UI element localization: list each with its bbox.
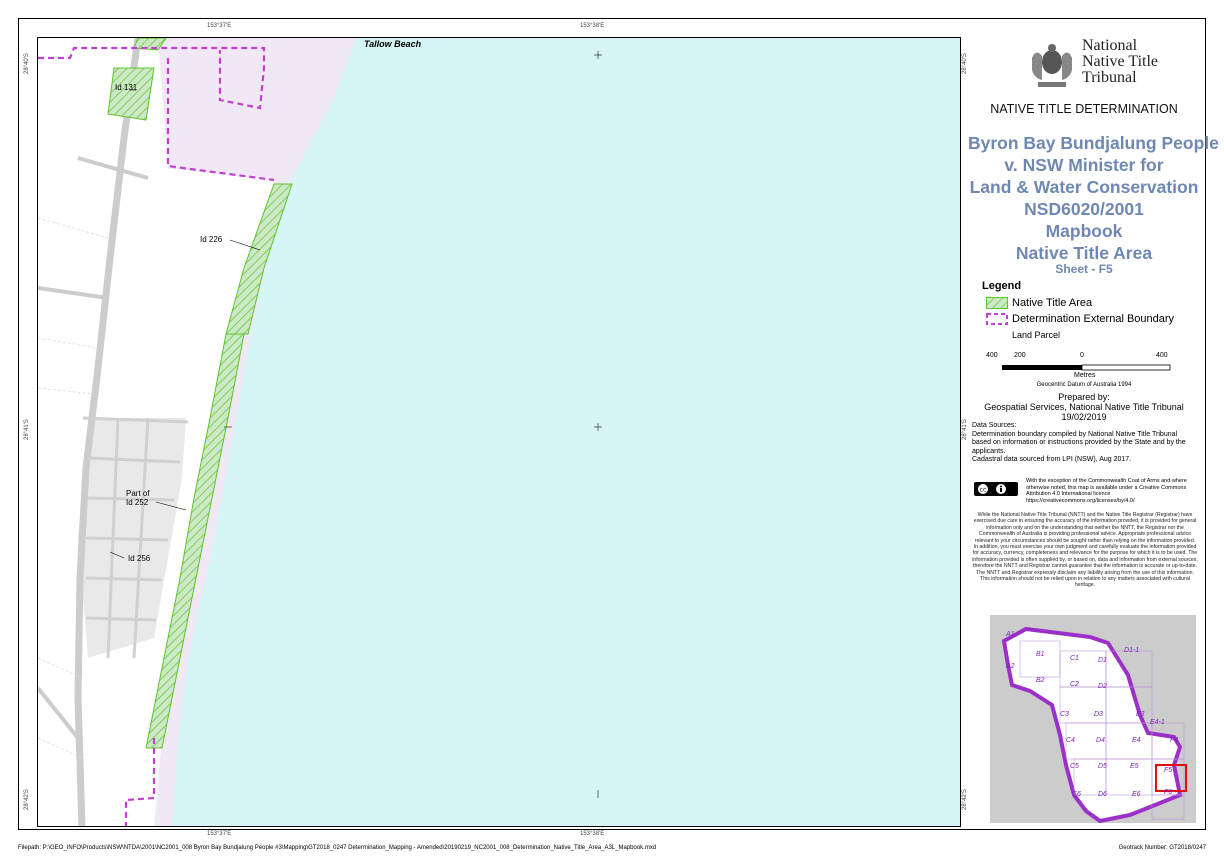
keymap-d4: D4 bbox=[1096, 737, 1105, 744]
keymap-c4: C4 bbox=[1066, 737, 1075, 744]
main-map[interactable]: Tallow Beach Id 131 Id 226 Part of Id 25… bbox=[37, 37, 961, 827]
legend-native-title-area: Native Title Area bbox=[986, 296, 1092, 310]
data-sources: Data Sources: Determination boundary com… bbox=[972, 422, 1186, 463]
datum-note: Geocentric Datum of Australia 1994 bbox=[1036, 382, 1132, 388]
scale-bar-graphic bbox=[1002, 364, 1171, 371]
title-panel: National Native Title Tribunal NATIVE TI… bbox=[968, 30, 1219, 826]
keymap-a1: A1 bbox=[1006, 631, 1015, 638]
creative-commons-icon: cc bbox=[974, 482, 1018, 496]
keymap-f5: F5 bbox=[1164, 767, 1173, 774]
coord-top-left: 153°37'E bbox=[207, 23, 232, 29]
keymap-d1: D1 bbox=[1098, 657, 1107, 664]
place-label-tallow-beach: Tallow Beach bbox=[364, 39, 422, 49]
coord-left-bottom: 28°42'S bbox=[24, 789, 30, 810]
road bbox=[85, 576, 163, 582]
determination-heading: NATIVE TITLE DETERMINATION bbox=[990, 102, 1178, 116]
footer-filepath: Filepath: P:\GEO_INFO\Products\NSW\NTDA\… bbox=[18, 845, 657, 851]
coord-left-top: 28°40'S bbox=[24, 53, 30, 74]
key-map[interactable]: A1 A2 B1 B2 C1 C2 C3 C4 C5 C6 D1 D1-1 D2… bbox=[990, 615, 1196, 824]
keymap-f6: F6 bbox=[1164, 789, 1173, 796]
keymap-d2: D2 bbox=[1098, 683, 1107, 690]
disclaimer: While the National Native Title Tribunal… bbox=[972, 512, 1198, 589]
dashed-boundary-icon bbox=[986, 313, 1008, 325]
cc-licence: cc With the exception of the Commonwealt… bbox=[974, 478, 1198, 508]
scale-tick-400-right: 400 bbox=[1156, 352, 1168, 359]
parcel-label-id256: Id 256 bbox=[128, 554, 151, 563]
keymap-e4-1: E4-1 bbox=[1150, 719, 1165, 726]
keymap-b1: B1 bbox=[1036, 651, 1045, 658]
keymap-c2: C2 bbox=[1070, 681, 1079, 688]
hatch-swatch-icon bbox=[986, 297, 1008, 309]
keymap-c1: C1 bbox=[1070, 655, 1079, 662]
parcel-label-id252: Part of Id 252 bbox=[126, 489, 150, 507]
keymap-c3: C3 bbox=[1060, 711, 1069, 718]
svg-text:cc: cc bbox=[980, 487, 987, 494]
nntt-logo: National Native Title Tribunal bbox=[1026, 38, 1186, 98]
case-title: Byron Bay Bundjalung People v. NSW Minis… bbox=[968, 133, 1219, 263]
legend-external-boundary: Determination External Boundary bbox=[986, 312, 1174, 326]
keymap-d6: D6 bbox=[1098, 791, 1107, 798]
coord-bottom-right: 153°38'E bbox=[580, 831, 605, 837]
keymap-e4: E4 bbox=[1132, 737, 1141, 744]
coord-left-mid: 28°41'S bbox=[24, 419, 30, 440]
scale-tick-400-left: 400 bbox=[986, 352, 998, 359]
legend-title: Legend bbox=[982, 280, 1022, 292]
nntt-name: National Native Title Tribunal bbox=[1082, 37, 1159, 86]
coat-of-arms-icon bbox=[1032, 44, 1072, 87]
road bbox=[85, 536, 169, 542]
prepared-by: Prepared by: Geospatial Services, Nation… bbox=[984, 392, 1184, 422]
road bbox=[85, 616, 157, 622]
scale-unit: Metres bbox=[1074, 372, 1096, 379]
keymap-b2: B2 bbox=[1036, 677, 1045, 684]
coord-bottom-left: 153°37'E bbox=[207, 831, 232, 837]
parcel-label-id131: Id 131 bbox=[115, 83, 138, 92]
scale-tick-200: 200 bbox=[1014, 352, 1026, 359]
native-title-id131 bbox=[107, 67, 155, 121]
keymap-e6: E6 bbox=[1132, 791, 1141, 798]
keymap-e3: E3 bbox=[1136, 711, 1145, 718]
keymap-d1-1: D1-1 bbox=[1124, 647, 1140, 654]
keymap-a2: A2 bbox=[1006, 663, 1015, 670]
keymap-e5: E5 bbox=[1130, 763, 1139, 770]
footer-geotrack: Geotrack Number: GT2018/0247 bbox=[1118, 845, 1206, 851]
cc-licence-text: With the exception of the Commonwealth C… bbox=[1026, 478, 1187, 504]
keymap-d3: D3 bbox=[1094, 711, 1103, 718]
land-parcel-swatch-icon bbox=[987, 330, 1007, 340]
keymap-c6: C6 bbox=[1072, 791, 1081, 798]
scale-tick-0: 0 bbox=[1080, 352, 1084, 359]
sheet-label: Sheet - F5 bbox=[1055, 262, 1113, 276]
coord-top-right: 153°38'E bbox=[580, 23, 605, 29]
map-canvas bbox=[38, 38, 960, 826]
keymap-c5: C5 bbox=[1070, 763, 1079, 770]
parcel-label-id226: Id 226 bbox=[200, 235, 223, 244]
legend-land-parcel: Land Parcel bbox=[986, 328, 1060, 342]
keymap-f4: F4 bbox=[1170, 737, 1179, 744]
keymap-d5: D5 bbox=[1098, 763, 1107, 770]
